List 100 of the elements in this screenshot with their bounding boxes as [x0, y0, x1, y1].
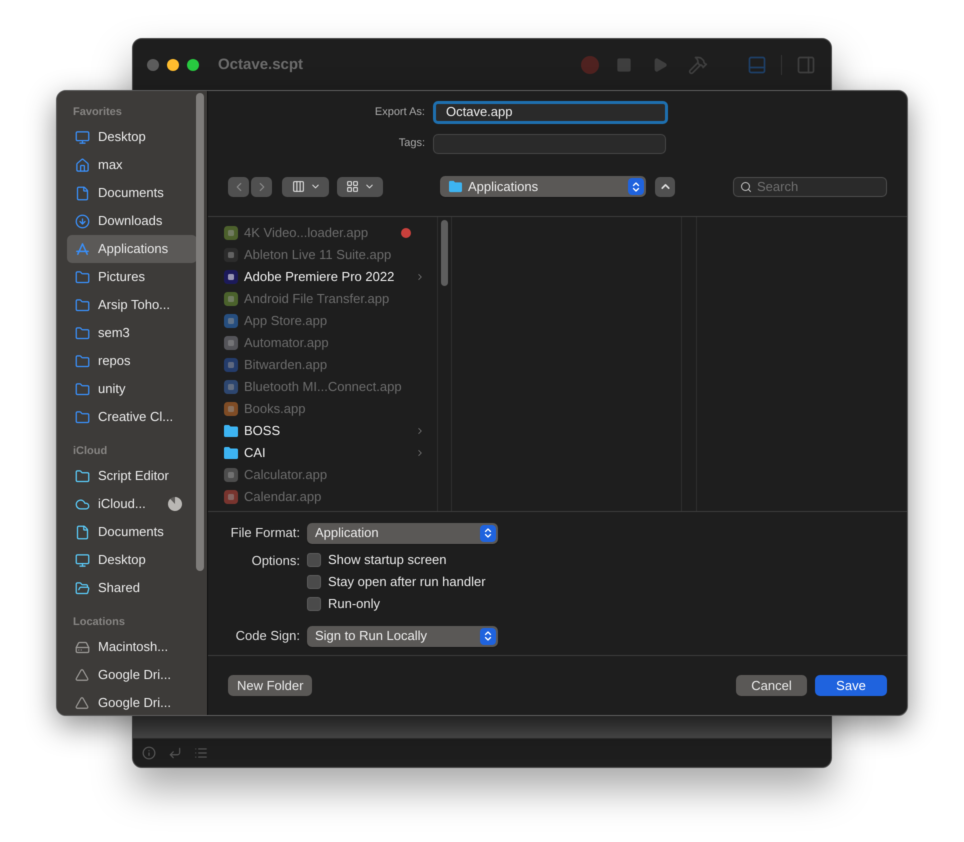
triangle-icon — [75, 668, 89, 682]
code-sign-popup[interactable]: Sign to Run Locally — [307, 626, 498, 646]
sidebar-item[interactable]: Documents — [67, 179, 197, 207]
search-field[interactable]: Search — [733, 176, 887, 196]
grid-icon — [345, 180, 360, 193]
return-icon[interactable] — [168, 746, 182, 760]
app-icon — [223, 335, 239, 351]
folder-icon — [74, 382, 90, 396]
checkbox[interactable] — [307, 575, 321, 589]
file-row[interactable]: Adobe Premiere Pro 2022 — [223, 266, 425, 288]
file-row[interactable]: CAI — [223, 442, 425, 464]
field-label: Export As: — [374, 104, 426, 120]
document-icon — [74, 524, 90, 540]
play-icon[interactable] — [652, 57, 668, 73]
sidebar-item[interactable]: Desktop — [67, 546, 197, 574]
checkbox[interactable] — [307, 597, 321, 611]
export-as-field[interactable]: Octave.app — [433, 100, 668, 124]
file-format-popup[interactable]: Application — [307, 522, 498, 544]
folder-icon — [223, 424, 239, 438]
app-icon — [223, 357, 239, 373]
field-label: File Format: — [230, 524, 300, 542]
close-button[interactable] — [147, 59, 159, 71]
download-icon — [74, 214, 90, 228]
sidebar-item[interactable]: Downloads — [67, 207, 197, 235]
desktop-icon — [74, 130, 90, 144]
app-icon — [223, 401, 239, 417]
dialog-button[interactable]: Cancel — [736, 675, 807, 696]
stepper-icon — [628, 178, 644, 195]
save-button[interactable]: Save — [815, 675, 887, 696]
tags-field[interactable] — [433, 134, 666, 154]
sidebar-item[interactable]: Documents — [67, 518, 197, 546]
folder-icon — [448, 180, 463, 193]
folder-icon — [74, 410, 90, 424]
document-icon — [74, 186, 90, 200]
stepper-icon — [480, 628, 496, 644]
sidebar-item[interactable]: sem3 — [67, 319, 197, 347]
checkbox[interactable] — [307, 553, 321, 567]
dialog-button[interactable]: New Folder — [228, 675, 312, 696]
sidebar-item[interactable]: Desktop — [67, 123, 197, 151]
field-label: Code Sign: — [234, 627, 300, 646]
folder-icon — [74, 298, 90, 312]
sidebar-item[interactable]: max — [67, 151, 197, 179]
app-icon — [223, 379, 239, 395]
location-popup[interactable]: Applications — [440, 176, 646, 197]
panel-bottom-icon[interactable] — [746, 55, 768, 75]
folder-icon — [74, 270, 90, 284]
folder-icon — [74, 354, 90, 368]
checkbox-label: Run-only — [328, 595, 380, 614]
sidebar-item[interactable]: repos — [67, 347, 197, 375]
shared-folder-icon — [74, 580, 90, 596]
group-button[interactable] — [337, 176, 383, 196]
sidebar-item[interactable]: unity — [67, 375, 197, 403]
sidebar-item[interactable]: Script Editor — [67, 462, 197, 490]
app-icon — [223, 291, 239, 307]
zoom-button[interactable] — [187, 59, 199, 71]
search-icon — [740, 180, 752, 192]
applications-icon — [74, 242, 90, 256]
column-view-button[interactable] — [282, 176, 329, 196]
panel-right-icon[interactable] — [795, 55, 817, 75]
field-label: Options: — [252, 552, 300, 570]
app-icon — [223, 467, 239, 483]
folder-icon — [74, 326, 90, 340]
app-icon — [223, 225, 239, 241]
forward-button[interactable] — [251, 176, 272, 196]
section-header: Favorites — [72, 105, 122, 119]
sidebar-item[interactable]: Arsip Toho... — [67, 291, 197, 319]
file-row[interactable]: BOSS — [223, 420, 425, 442]
info-icon[interactable] — [142, 746, 156, 760]
sidebar-item[interactable]: Pictures — [67, 263, 197, 291]
desktop-icon — [74, 552, 90, 568]
hammer-icon[interactable] — [688, 55, 708, 75]
section-header: iCloud — [72, 444, 108, 458]
sidebar-item[interactable]: Shared — [67, 574, 197, 602]
folder-icon — [74, 468, 90, 484]
cloud-icon — [74, 496, 90, 512]
field-label: Tags: — [398, 136, 426, 152]
folder-icon — [223, 446, 239, 460]
minimize-button[interactable] — [167, 59, 179, 71]
sidebar-item[interactable]: Google Dri... — [67, 661, 197, 689]
sidebar-item[interactable]: Google Dri... — [67, 689, 197, 715]
triangle-icon — [75, 696, 89, 710]
back-button[interactable] — [228, 176, 249, 196]
scrollbar — [441, 220, 448, 286]
home-icon — [74, 158, 90, 172]
section-header: Locations — [72, 615, 125, 629]
columns-icon — [290, 180, 306, 193]
stop-icon[interactable] — [616, 57, 632, 73]
app-icon — [223, 489, 239, 505]
parent-folder-button[interactable] — [655, 176, 675, 196]
search-input[interactable]: Search — [757, 176, 867, 196]
sidebar-item[interactable]: Creative Cl... — [67, 403, 197, 431]
record-button[interactable] — [581, 56, 599, 74]
drive-icon — [74, 640, 90, 654]
app-icon — [223, 247, 239, 263]
sidebar-item[interactable]: iCloud... — [67, 490, 197, 518]
app-icon — [223, 313, 239, 329]
sidebar-item[interactable]: Macintosh... — [67, 633, 197, 661]
stepper-icon — [480, 524, 496, 542]
window-title: Octave.scpt — [218, 54, 304, 75]
sidebar-item[interactable]: Applications — [67, 235, 197, 263]
